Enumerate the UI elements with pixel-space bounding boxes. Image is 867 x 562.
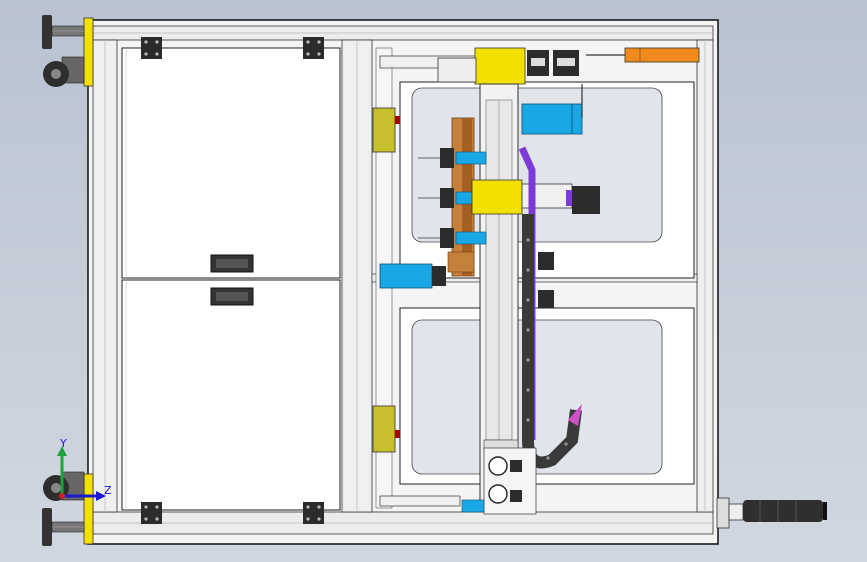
caster-wheel-icon bbox=[43, 56, 85, 501]
cad-graphics-viewport[interactable]: Y Z bbox=[0, 0, 867, 562]
vertical-linear-axis bbox=[479, 83, 519, 505]
z-axis-label: Z bbox=[104, 484, 112, 497]
y-axis-label: Y bbox=[60, 437, 67, 450]
signal-tower-light-icon bbox=[716, 497, 827, 529]
coordinate-triad-icon: Y Z bbox=[42, 437, 122, 510]
blue-actuator-mid bbox=[379, 263, 446, 289]
machine-assembly-model[interactable] bbox=[0, 0, 867, 562]
